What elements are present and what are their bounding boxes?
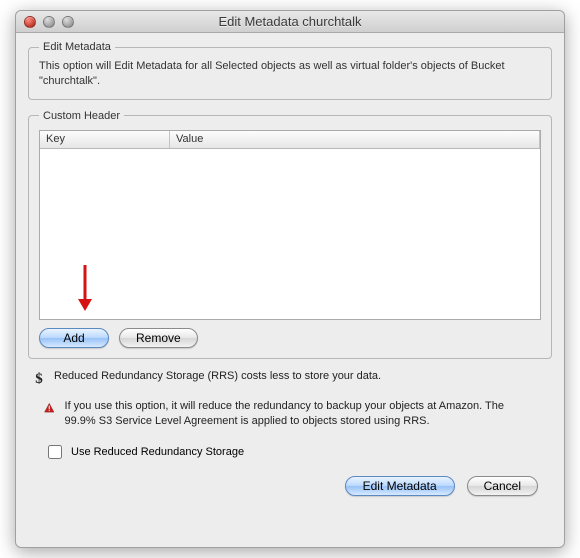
table-body[interactable]: [40, 149, 540, 319]
dollar-icon: $: [32, 369, 46, 389]
use-rrs-checkbox[interactable]: [48, 445, 62, 459]
edit-metadata-legend: Edit Metadata: [39, 41, 115, 53]
edit-metadata-description: This option will Edit Metadata for all S…: [39, 59, 541, 89]
column-header-value[interactable]: Value: [170, 131, 540, 148]
rrs-checkbox-row: Use Reduced Redundancy Storage: [44, 442, 536, 462]
cancel-button[interactable]: Cancel: [467, 476, 538, 496]
window-controls: [24, 16, 74, 28]
edit-metadata-button[interactable]: Edit Metadata: [345, 476, 455, 496]
zoom-icon[interactable]: [62, 16, 74, 28]
custom-header-table: Key Value: [39, 130, 541, 320]
minimize-icon[interactable]: [43, 16, 55, 28]
table-header-row: Key Value: [40, 131, 540, 149]
dialog-window: Edit Metadata churchtalk Edit Metadata T…: [15, 10, 565, 548]
rrs-info-row: $ Reduced Redundancy Storage (RRS) costs…: [32, 369, 548, 389]
remove-button[interactable]: Remove: [119, 328, 198, 348]
column-header-key[interactable]: Key: [40, 131, 170, 148]
rrs-warning-row: If you use this option, it will reduce t…: [44, 399, 536, 430]
window-title: Edit Metadata churchtalk: [16, 14, 564, 29]
close-icon[interactable]: [24, 16, 36, 28]
custom-header-group: Custom Header Key Value Add Remove: [28, 110, 552, 359]
table-buttons: Add Remove: [39, 328, 541, 348]
rrs-warning-text: If you use this option, it will reduce t…: [65, 399, 536, 430]
warning-icon: [44, 399, 55, 417]
custom-header-legend: Custom Header: [39, 110, 124, 122]
add-button[interactable]: Add: [39, 328, 109, 348]
use-rrs-label: Use Reduced Redundancy Storage: [71, 446, 244, 458]
content-area: Edit Metadata This option will Edit Meta…: [16, 33, 564, 508]
rrs-info-text: Reduced Redundancy Storage (RRS) costs l…: [54, 369, 381, 384]
titlebar[interactable]: Edit Metadata churchtalk: [16, 11, 564, 33]
edit-metadata-group: Edit Metadata This option will Edit Meta…: [28, 41, 552, 100]
dialog-footer: Edit Metadata Cancel: [28, 476, 552, 496]
